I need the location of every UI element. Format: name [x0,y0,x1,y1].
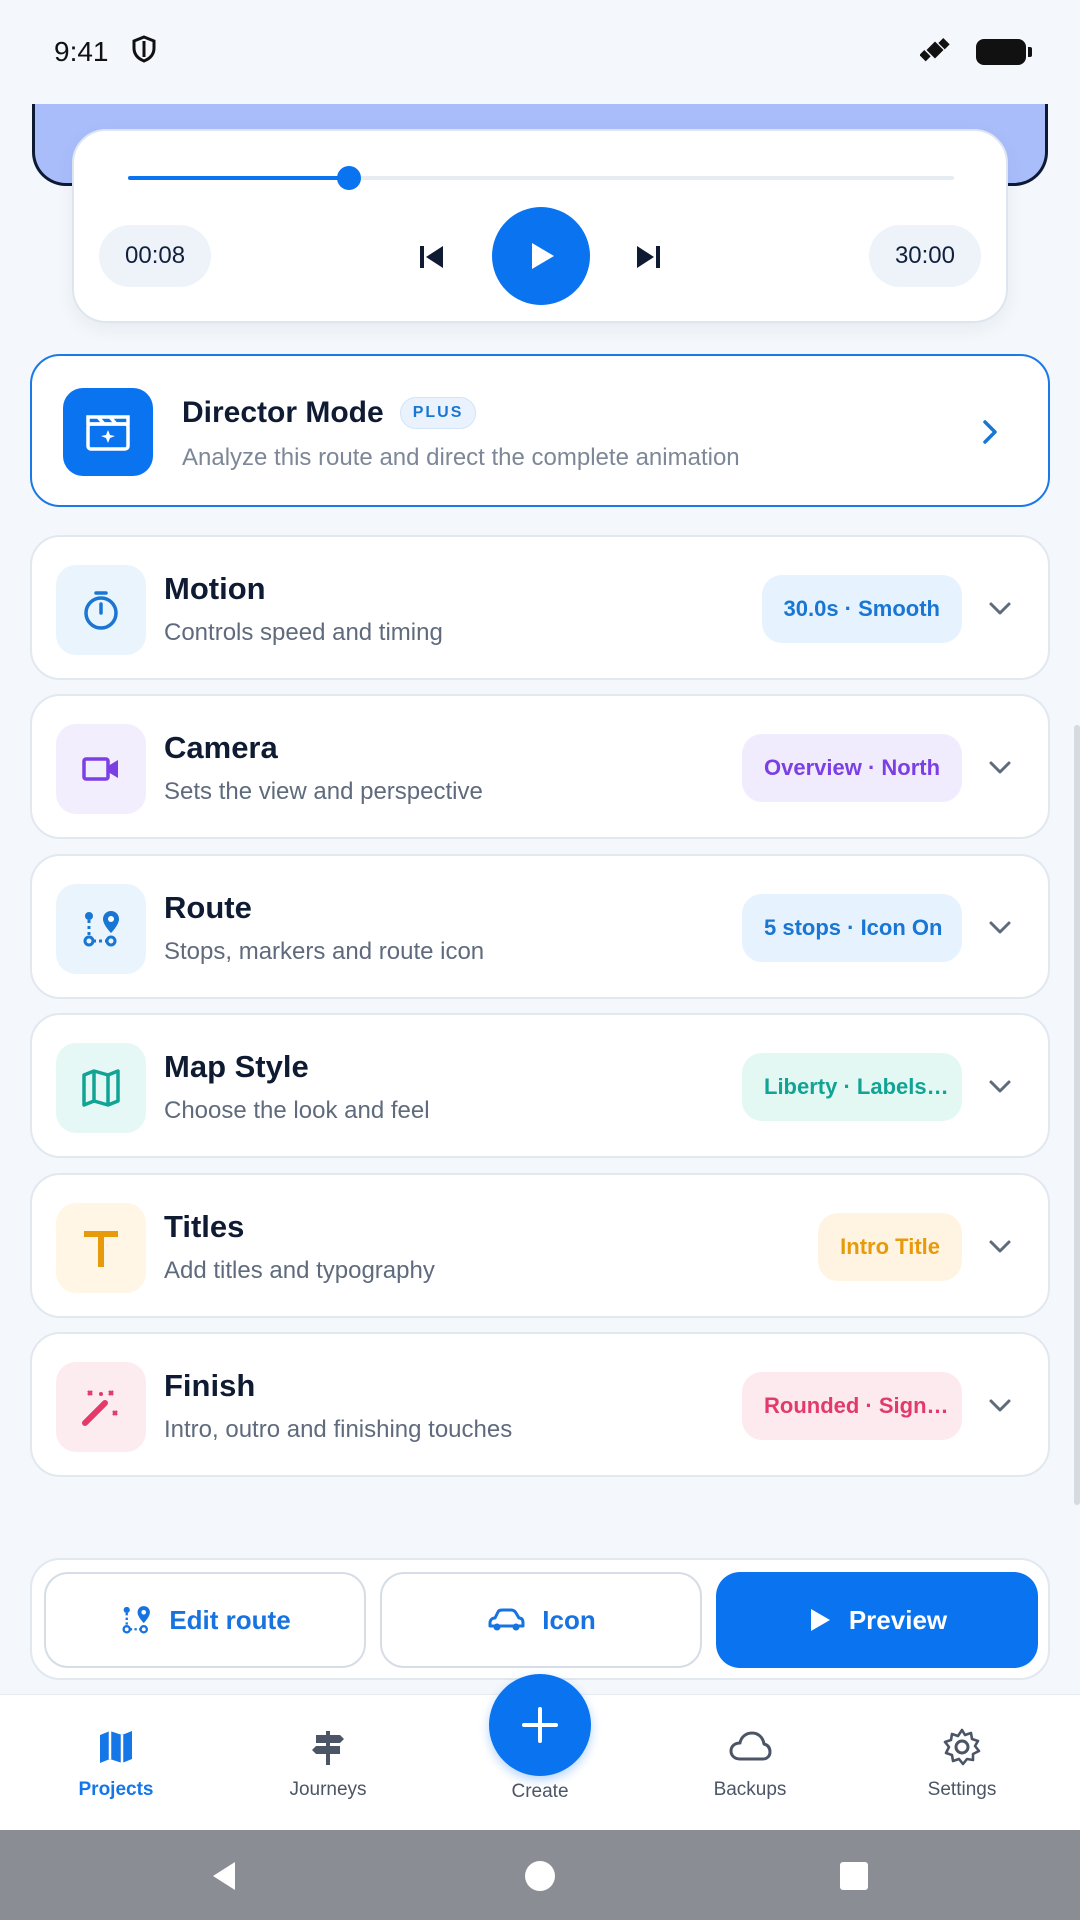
section-subtitle: Controls speed and timing [164,619,443,646]
section-summary-pill: 30.0s · Smooth [761,575,962,643]
play-icon [532,243,554,269]
nav-item-settings[interactable]: Settings [882,1725,1042,1801]
edit-route-label: Edit route [169,1604,291,1635]
section-summary-pill: 5 stops · Icon On [742,894,962,962]
chevron-down-icon[interactable] [982,910,1018,946]
section-row-titles[interactable]: Titles Add titles and typography Intro T… [30,1173,1050,1318]
chevron-down-icon[interactable] [982,1069,1018,1105]
stopwatch-icon [56,565,146,655]
shield-icon [131,34,157,70]
signpost-icon [306,1725,350,1769]
skip-forward-icon [637,246,660,268]
magic-wand-icon [56,1362,146,1452]
plus-badge: PLUS [399,397,477,429]
skip-forward-button[interactable] [630,239,666,275]
section-title: Motion [164,571,266,606]
title-t-icon [56,1203,146,1293]
nav-label-create: Create [511,1781,569,1802]
nav-label: Backups [713,1779,787,1800]
section-summary-pill: Intro Title [818,1213,962,1281]
chevron-down-icon[interactable] [982,591,1018,627]
recents-square-icon [840,1862,868,1890]
system-nav-bar [0,1830,1080,1920]
section-subtitle: Add titles and typography [164,1257,435,1284]
cloud-icon [728,1725,772,1769]
section-row-route[interactable]: Route Stops, markers and route icon 5 st… [30,854,1050,999]
current-time: 00:08 [99,225,212,287]
playback-card: 00:08 30:00 [72,129,1008,323]
car-icon [488,1608,525,1631]
section-summary-pill: Overview · North [742,734,962,802]
director-mode-card[interactable]: Director Mode PLUS Analyze this route an… [30,354,1050,507]
timeline-thumb[interactable] [336,166,361,190]
chevron-down-icon[interactable] [982,1229,1018,1265]
timeline-slider[interactable] [128,166,954,190]
section-subtitle: Choose the look and feel [164,1097,430,1124]
section-row-motion[interactable]: Motion Controls speed and timing 30.0s ·… [30,535,1050,680]
play-button[interactable] [492,207,590,305]
preview-label: Preview [848,1604,948,1635]
section-title: Map Style [164,1049,309,1084]
map-icon [94,1725,138,1769]
home-circle-icon [525,1861,555,1891]
edit-route-button[interactable]: Edit route [44,1572,366,1668]
chevron-down-icon[interactable] [982,1388,1018,1424]
section-title: Titles [164,1209,245,1244]
status-bar: 9:41 [0,0,1080,104]
plus-icon [522,1707,558,1743]
route-icon [122,1606,151,1634]
satellite-icon [919,35,950,70]
map-icon [56,1043,146,1133]
nav-label: Projects [78,1779,154,1800]
nav-item-projects[interactable]: Projects [36,1725,196,1801]
gear-icon [940,1725,984,1769]
nav-label: Journeys [289,1779,367,1800]
scrollbar[interactable] [1074,725,1080,1505]
create-button[interactable] [489,1674,591,1776]
director-mode-title: Director Mode [182,396,384,429]
section-summary-pill: Liberty · Labels… [742,1053,962,1121]
clapperboard-icon [63,388,153,476]
home-button[interactable] [524,1860,556,1892]
chevron-right-icon [972,414,1008,450]
section-title: Route [164,890,252,925]
back-triangle-icon [213,1862,235,1890]
battery-icon [976,39,1032,65]
section-subtitle: Stops, markers and route icon [164,938,485,965]
back-button[interactable] [208,1860,240,1892]
director-mode-subtitle: Analyze this route and direct the comple… [182,444,740,471]
timeline-progress [128,176,349,180]
chevron-down-icon[interactable] [982,750,1018,786]
total-time: 30:00 [868,225,981,287]
section-subtitle: Intro, outro and finishing touches [164,1416,513,1443]
nav-label: Settings [927,1779,997,1800]
section-row-finish[interactable]: Finish Intro, outro and finishing touche… [30,1332,1050,1477]
status-time: 9:41 [54,36,109,67]
skip-back-button[interactable] [414,239,450,275]
route-icon [56,884,146,974]
video-camera-icon [56,724,146,814]
section-subtitle: Sets the view and perspective [164,778,483,805]
icon-button-label: Icon [542,1604,596,1635]
nav-item-backups[interactable]: Backups [670,1725,830,1801]
icon-button[interactable]: Icon [380,1572,702,1668]
section-summary-pill: Rounded · Sign… [742,1372,962,1440]
section-row-map-style[interactable]: Map Style Choose the look and feel Liber… [30,1013,1050,1158]
play-icon [810,1609,830,1631]
action-bar: Edit route Icon Preview [30,1558,1050,1680]
section-title: Camera [164,730,278,765]
nav-item-journeys[interactable]: Journeys [248,1725,408,1801]
skip-back-icon [420,246,443,268]
recents-button[interactable] [838,1860,870,1892]
section-row-camera[interactable]: Camera Sets the view and perspective Ove… [30,694,1050,839]
preview-button[interactable]: Preview [716,1572,1038,1668]
section-title: Finish [164,1368,256,1403]
